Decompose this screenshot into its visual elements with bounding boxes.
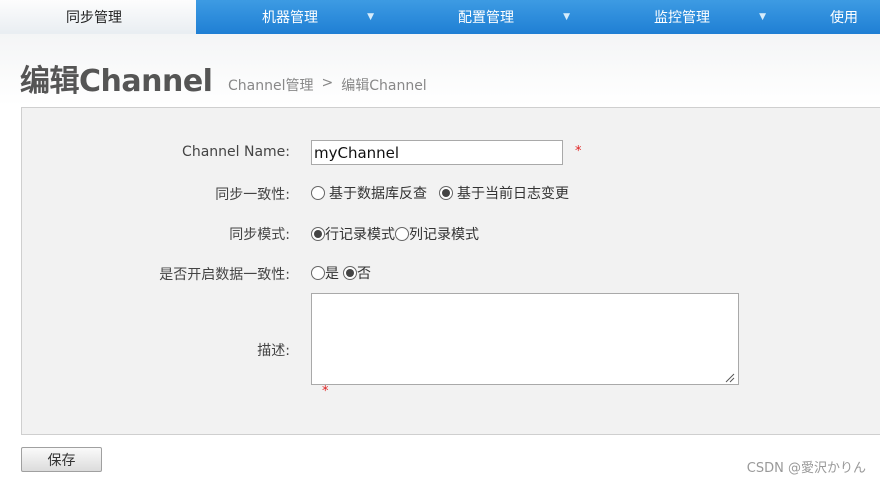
nav-tab-sync-management[interactable]: 同步管理 (0, 0, 196, 34)
radio-button[interactable] (311, 266, 325, 280)
option-label: 基于数据库反查 (329, 186, 427, 202)
caret-down-icon: ▼ (759, 12, 766, 22)
option-label: 基于当前日志变更 (457, 186, 569, 202)
breadcrumb-separator: > (321, 75, 334, 91)
form-row-enable-consistency: 是否开启数据一致性: (22, 264, 880, 288)
nav-tab-label: 配置管理 (458, 10, 514, 26)
breadcrumb: Channel管理 > 编辑Channel (228, 75, 427, 95)
enable-consistency-radio-group: 是 否 (311, 263, 371, 283)
channel-name-label: Channel Name: (182, 144, 290, 160)
enable-consistency-label: 是否开启数据一致性: (159, 267, 290, 283)
save-button[interactable]: 保存 (21, 447, 102, 472)
nav-tab-label: 机器管理 (262, 10, 318, 26)
nav-tab-machine-management[interactable]: 机器管理 ▼ (196, 0, 392, 34)
enable-consistency-option-no[interactable]: 否 (343, 263, 371, 283)
radio-button-checked[interactable] (343, 266, 357, 280)
radio-button-checked[interactable] (311, 227, 325, 241)
nav-tab-monitor-management[interactable]: 监控管理 ▼ (588, 0, 784, 34)
description-label: 描述: (257, 343, 290, 359)
caret-down-icon: ▼ (563, 12, 570, 22)
breadcrumb-item-channel-management[interactable]: Channel管理 (228, 75, 313, 95)
option-label: 是 (325, 266, 339, 282)
nav-tab-label: 监控管理 (654, 10, 710, 26)
consistency-option-log-change[interactable]: 基于当前日志变更 (439, 183, 569, 203)
enable-consistency-option-yes[interactable]: 是 (311, 263, 339, 283)
consistency-label: 同步一致性: (215, 187, 290, 203)
option-label: 行记录模式 (325, 227, 395, 243)
top-nav: 同步管理 机器管理 ▼ 配置管理 ▼ 监控管理 ▼ 使用 (0, 0, 880, 34)
sync-mode-option-row[interactable]: 行记录模式 (311, 224, 395, 244)
nav-tab-label: 同步管理 (66, 10, 122, 26)
option-label: 列记录模式 (409, 227, 479, 243)
nav-tab-usage[interactable]: 使用 (784, 0, 880, 34)
edit-channel-form: Channel Name: * 同步一致性: 基于数据库反查 基于当前日志变更 … (21, 107, 880, 435)
radio-button[interactable] (311, 186, 325, 200)
channel-name-input[interactable] (311, 140, 563, 165)
watermark: CSDN @愛沢かりん (746, 461, 866, 476)
nav-tab-config-management[interactable]: 配置管理 ▼ (392, 0, 588, 34)
consistency-radio-group: 基于数据库反查 基于当前日志变更 (311, 183, 569, 203)
option-label: 否 (357, 266, 371, 282)
description-textarea[interactable] (311, 293, 739, 385)
required-mark: * (575, 144, 582, 159)
resize-grip-icon[interactable] (723, 371, 735, 383)
required-mark: * (322, 384, 329, 399)
sync-mode-label: 同步模式: (229, 227, 290, 243)
sync-mode-radio-group: 行记录模式 列记录模式 (311, 224, 479, 244)
radio-button[interactable] (395, 227, 409, 241)
page-title: 编辑Channel (20, 64, 213, 99)
caret-down-icon: ▼ (367, 12, 374, 22)
breadcrumb-item-current: 编辑Channel (341, 78, 427, 94)
nav-tab-label: 使用 (830, 10, 858, 26)
consistency-option-db-query[interactable]: 基于数据库反查 (311, 183, 427, 203)
sync-mode-option-column[interactable]: 列记录模式 (395, 224, 479, 244)
radio-button-checked[interactable] (439, 186, 453, 200)
